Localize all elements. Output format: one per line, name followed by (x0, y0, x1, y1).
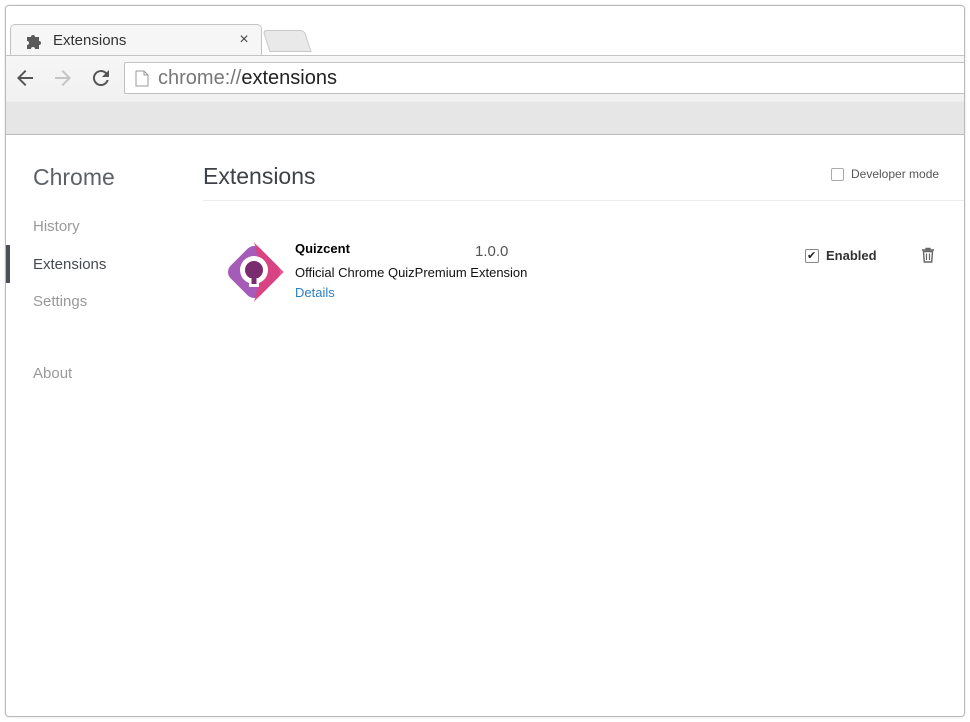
tab-title: Extensions (53, 32, 127, 49)
new-tab-button[interactable] (262, 30, 312, 52)
forward-arrow-icon[interactable] (51, 66, 75, 90)
developer-mode-checkbox[interactable] (831, 168, 844, 181)
sidebar: Chrome History Extensions Settings About (6, 136, 186, 716)
selected-indicator (6, 245, 10, 283)
details-link[interactable]: Details (295, 285, 335, 300)
url-path: extensions (241, 67, 337, 89)
sidebar-item-history[interactable]: History (33, 218, 80, 235)
puzzle-icon (27, 35, 41, 49)
address-bar[interactable]: chrome://extensions (124, 62, 964, 94)
trash-icon[interactable] (921, 247, 935, 263)
sidebar-title: Chrome (33, 164, 115, 190)
tab-strip: Extensions × (6, 6, 964, 56)
enabled-label: Enabled (826, 248, 877, 263)
back-arrow-icon[interactable] (13, 66, 37, 90)
enabled-checkbox[interactable]: ✔ (805, 249, 819, 263)
sidebar-item-about[interactable]: About (33, 365, 72, 382)
developer-mode-label: Developer mode (851, 167, 940, 181)
url-scheme: chrome:// (158, 67, 242, 89)
url-text[interactable]: chrome://extensions (158, 67, 337, 90)
reload-icon[interactable] (89, 66, 113, 90)
checkmark-icon: ✔ (807, 250, 817, 262)
extension-name: Quizcent (295, 241, 350, 256)
toolbar: chrome://extensions (6, 56, 964, 135)
extension-version: 1.0.0 (475, 243, 509, 260)
page-icon (135, 70, 149, 87)
sidebar-item-extensions[interactable]: Extensions (33, 256, 106, 273)
sidebar-item-settings[interactable]: Settings (33, 293, 87, 310)
browser-window: Extensions × chrome://extensions Chrome … (5, 5, 965, 717)
quizcent-logo-icon (228, 242, 284, 302)
header-divider (203, 200, 964, 201)
extension-description: Official Chrome QuizPremium Extension (295, 265, 528, 280)
page-title: Extensions (203, 163, 316, 189)
tab-extensions[interactable]: Extensions × (10, 24, 262, 56)
close-icon[interactable]: × (235, 29, 253, 51)
